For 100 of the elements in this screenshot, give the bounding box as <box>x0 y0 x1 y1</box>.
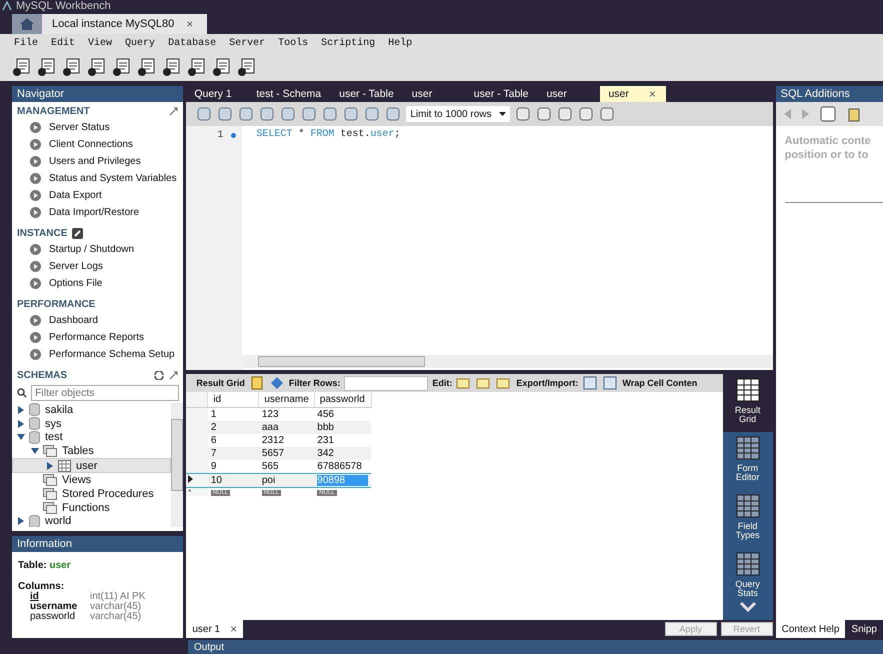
menu-item[interactable]: Tools <box>278 38 308 48</box>
tree-item[interactable]: Functions <box>12 500 172 514</box>
table-cell[interactable]: aaa <box>258 421 314 434</box>
tree-item[interactable]: test <box>12 430 172 444</box>
side-panel-button[interactable]: Field Types <box>722 490 773 548</box>
column-type: int(11) AI PK <box>90 592 146 602</box>
table-cell[interactable]: 7 <box>208 447 259 460</box>
editor-tab[interactable]: user <box>404 86 466 102</box>
help-text: Automatic conte <box>784 134 872 148</box>
editor-tab[interactable]: Query 1 <box>186 86 248 102</box>
editor-tab[interactable]: user - Table <box>466 86 538 102</box>
menu-item[interactable]: Server <box>229 38 266 48</box>
filter-rows-field[interactable] <box>344 376 428 390</box>
navigator-item[interactable]: Dashboard <box>49 315 98 326</box>
sql-additions-header: SQL Additions <box>776 86 883 102</box>
dropdown-arrow-icon <box>499 112 506 116</box>
table-cell[interactable]: 10 <box>208 474 259 488</box>
column-name: username <box>30 602 78 612</box>
editor-tab[interactable]: user - Table <box>331 86 404 102</box>
code-line: SELECT * FROM test.user; <box>256 128 402 142</box>
table-cell[interactable]: bbb <box>314 421 372 434</box>
column-type: varchar(45) <box>90 602 142 612</box>
navigator-item[interactable]: Performance Schema Setup <box>49 349 175 360</box>
navigator-item[interactable]: Server Logs <box>49 261 103 272</box>
window-title: MySQL Workbench <box>16 0 111 12</box>
menu-item[interactable]: Database <box>168 38 216 48</box>
editor-tab[interactable]: user <box>538 86 600 102</box>
navigator-item[interactable]: Startup / Shutdown <box>49 244 134 255</box>
table-cell[interactable]: 123 <box>258 408 314 421</box>
table-cell[interactable]: poi <box>258 474 314 488</box>
filter-field[interactable]: Filter objects <box>31 385 180 401</box>
filter-label: Filter Rows: <box>288 378 340 388</box>
navigator-item[interactable]: Client Connections <box>49 139 133 150</box>
table-cell[interactable]: 1 <box>208 408 259 421</box>
side-panel-button[interactable]: Query Stats <box>722 548 773 606</box>
table-cell[interactable]: 565 <box>258 460 314 474</box>
grid-icon <box>736 378 760 402</box>
table-cell[interactable]: 342 <box>314 447 372 460</box>
expander-icon[interactable] <box>17 517 25 526</box>
connection-tab[interactable]: Local instance MySQL80 × <box>42 14 208 34</box>
navigator-item[interactable]: Options File <box>49 278 102 289</box>
help-tab[interactable]: Snipp <box>845 620 883 638</box>
menu-item[interactable]: Query <box>125 38 156 48</box>
navigator-item[interactable]: Data Import/Restore <box>49 207 140 218</box>
horizontal-scrollbar[interactable] <box>242 355 773 368</box>
navigator-item[interactable]: Users and Privileges <box>49 156 141 167</box>
column-header[interactable]: passworld <box>314 392 372 408</box>
home-icon <box>19 17 35 31</box>
wrap-label: Wrap Cell Conten <box>622 378 698 388</box>
limit-dropdown[interactable]: Limit to 1000 rows <box>406 106 510 122</box>
result-tab[interactable]: user 1 × <box>186 620 244 638</box>
close-tab-icon[interactable]: × <box>230 622 238 636</box>
menu-item[interactable]: Edit <box>51 38 76 48</box>
tree-item[interactable]: sys <box>12 416 172 430</box>
table-cell[interactable]: 2 <box>208 421 259 434</box>
database-icon <box>29 417 40 430</box>
tree-item[interactable]: world <box>12 514 172 527</box>
navigator-item[interactable]: Status and System Variables <box>49 173 177 184</box>
navigator-item[interactable]: Data Export <box>49 190 102 201</box>
menu-item[interactable]: View <box>88 38 112 48</box>
table-cell[interactable]: 456 <box>314 408 372 421</box>
expand-icon[interactable] <box>169 371 178 380</box>
section-title: PERFORMANCE <box>17 299 96 310</box>
tree-item[interactable]: sakila <box>12 403 172 417</box>
help-tab[interactable]: Context Help <box>776 620 846 638</box>
section-title: MANAGEMENT <box>17 106 90 117</box>
home-tab[interactable] <box>12 14 42 34</box>
editor-tab[interactable]: test - Schema <box>248 86 332 102</box>
table-cell[interactable]: 6 <box>208 434 259 447</box>
information-header: Information <box>12 536 184 552</box>
table-name: user <box>50 560 71 571</box>
tree-item[interactable]: Stored Procedures <box>12 487 172 501</box>
column-header[interactable]: id <box>208 392 259 408</box>
section-title: SCHEMAS <box>17 370 68 381</box>
editor-tab[interactable]: user × <box>600 86 666 102</box>
menu-item[interactable]: Scripting <box>321 38 376 48</box>
table-cell[interactable]: 2312 <box>258 434 314 447</box>
vertical-scrollbar[interactable] <box>171 403 184 527</box>
table-cell[interactable]: 67886578 <box>314 460 372 474</box>
menu-item[interactable]: Help <box>388 38 412 48</box>
menu-item[interactable]: File <box>14 38 38 48</box>
close-tab-icon[interactable]: × <box>186 17 194 31</box>
export-import-label: Export/Import: <box>516 378 578 388</box>
tree-item[interactable]: Tables <box>12 444 172 458</box>
navigator-header: Navigator <box>12 86 184 102</box>
side-panel-button[interactable]: Form Editor <box>722 432 773 490</box>
column-name: id <box>30 592 40 602</box>
table-cell[interactable]: 5657 <box>258 447 314 460</box>
tree-item[interactable]: user <box>12 458 172 474</box>
side-panel-button[interactable]: Result Grid <box>722 374 773 432</box>
table-label: Table: <box>18 560 47 571</box>
column-header[interactable]: username <box>258 392 314 408</box>
chevron-down-icon[interactable] <box>740 602 756 612</box>
close-tab-icon[interactable]: × <box>648 87 656 101</box>
navigator-item[interactable]: Server Status <box>49 122 110 133</box>
navigator-item[interactable]: Performance Reports <box>49 332 144 343</box>
table-cell[interactable]: 231 <box>314 434 372 447</box>
table-cell[interactable]: 9 <box>208 460 259 474</box>
expand-icon[interactable] <box>169 107 178 116</box>
tree-item[interactable]: Views <box>12 473 172 488</box>
